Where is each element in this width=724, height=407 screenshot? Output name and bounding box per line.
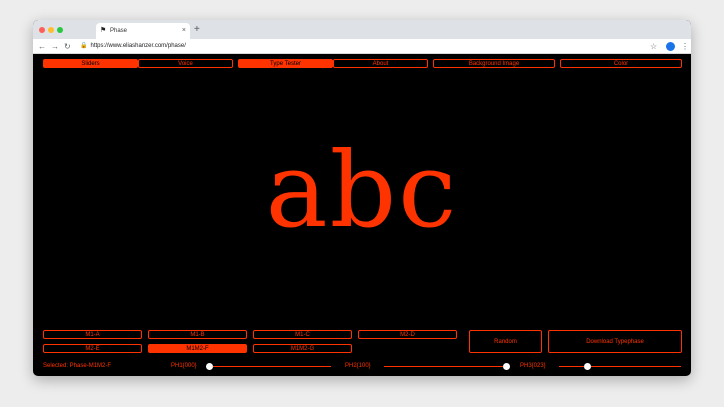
close-window-icon[interactable] [39, 27, 45, 33]
close-tab-icon[interactable]: × [182, 23, 186, 39]
ph3-slider-track[interactable] [559, 366, 681, 367]
ph2-label: PH2{100} [345, 363, 371, 369]
browser-tab-bar: ⚑ Phase × + [33, 20, 691, 39]
preset-m1-a-button[interactable]: M1-A [43, 330, 142, 339]
browser-toolbar: ← → ↻ 🔒 https://www.eliashanzer.com/phase… [33, 39, 691, 54]
tab-title: Phase [110, 28, 128, 34]
url-text: https://www.eliashanzer.com/phase/ [90, 43, 186, 49]
download-typephase-button[interactable]: Download Typephase [548, 330, 682, 353]
voice-button[interactable]: Voice [138, 59, 233, 68]
minimize-window-icon[interactable] [48, 27, 54, 33]
ph3-label: PH3{023} [520, 363, 546, 369]
preset-m1m2-g-button[interactable]: M1M2-G [253, 344, 352, 353]
address-bar[interactable]: 🔒 https://www.eliashanzer.com/phase/ [80, 41, 640, 52]
bookmark-star-icon[interactable]: ☆ [650, 39, 657, 54]
ph1-label: PH1{000} [171, 363, 197, 369]
sliders-button[interactable]: Sliders [43, 59, 138, 68]
reload-icon[interactable]: ↻ [64, 39, 71, 54]
browser-window: ⚑ Phase × + ← → ↻ 🔒 https://www.eliashanz… [33, 20, 691, 376]
preset-m2-e-button[interactable]: M2-E [43, 344, 142, 353]
ph1-slider-track[interactable] [209, 366, 331, 367]
new-tab-icon[interactable]: + [194, 23, 200, 37]
about-button[interactable]: About [333, 59, 428, 68]
type-specimen[interactable]: abc [33, 138, 691, 242]
forward-icon[interactable]: → [51, 39, 59, 54]
lock-icon: 🔒 [80, 43, 88, 49]
profile-avatar[interactable] [666, 42, 675, 51]
flag-icon: ⚑ [100, 27, 107, 34]
type-tester-button[interactable]: Type Tester [238, 59, 333, 68]
preset-m2-d-button[interactable]: M2-D [358, 330, 457, 339]
preset-m1-c-button[interactable]: M1-C [253, 330, 352, 339]
color-button[interactable]: Color [560, 59, 682, 68]
preset-m1-b-button[interactable]: M1-B [148, 330, 247, 339]
ph1-slider-thumb[interactable] [205, 363, 213, 370]
browser-tab[interactable]: ⚑ Phase × [96, 23, 190, 39]
maximize-window-icon[interactable] [57, 27, 63, 33]
selected-preset-label: Selected: Phase-M1M2-F [43, 363, 112, 369]
menu-icon[interactable]: ⋮ [681, 39, 689, 54]
ph3-slider-thumb[interactable] [583, 363, 591, 370]
random-button[interactable]: Random [469, 330, 542, 353]
preset-m1m2-f-button[interactable]: M1M2-F [148, 344, 247, 353]
ph2-slider-thumb[interactable] [502, 363, 510, 370]
back-icon[interactable]: ← [38, 39, 46, 54]
ph2-slider-track[interactable] [384, 366, 506, 367]
background-image-button[interactable]: Background Image [433, 59, 555, 68]
